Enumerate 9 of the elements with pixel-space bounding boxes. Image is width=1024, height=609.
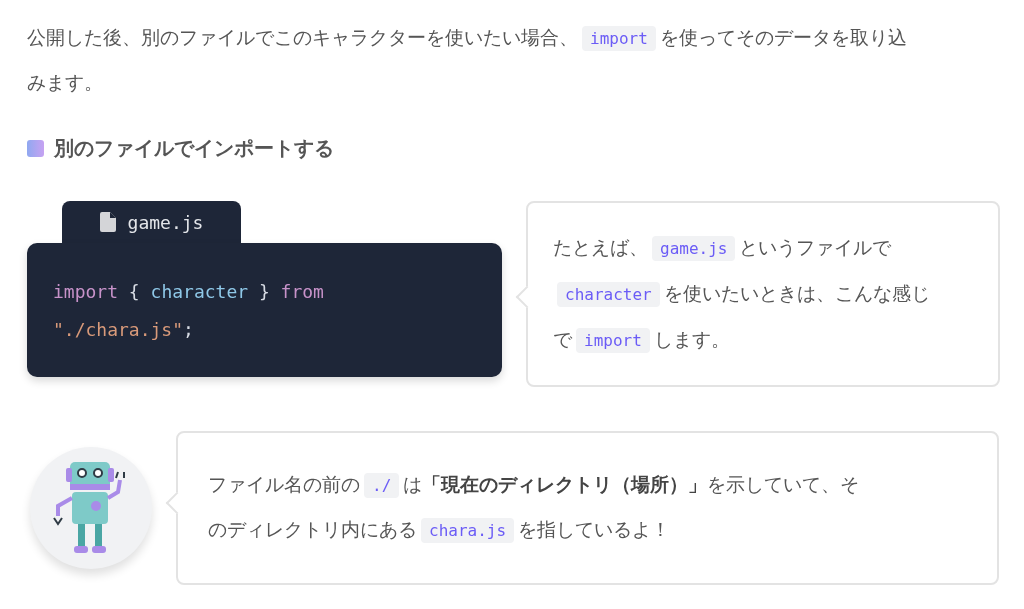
- robot-comment: ファイル名の前の ./ は「現在のディレクトリ（場所）」を示していて、そのディレクトリ内にある chara.js を指しているよ！: [208, 463, 863, 553]
- code-line: import { character } from: [53, 280, 324, 304]
- section-heading: 別のファイルでインポートする: [54, 136, 334, 161]
- heading-bullet-icon: [27, 139, 44, 157]
- file-name: game.js: [127, 210, 204, 235]
- explanation-text: たとえば、 game.js というファイルで character を使いたいときは、こんな感じで import します。: [553, 225, 948, 363]
- file-icon: [99, 212, 116, 232]
- intro-paragraph: 公開した後、別のファイルでこのキャラクターを使いたい場合、 import を使ってそのデータを取り込みます。: [27, 25, 908, 95]
- code-line: "./chara.js";: [53, 318, 194, 342]
